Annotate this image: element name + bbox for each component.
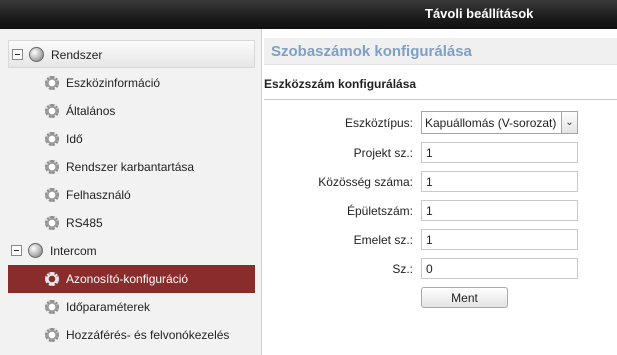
building-no-input[interactable]: 1 — [421, 200, 578, 221]
tree-group-label: Intercom — [50, 244, 97, 258]
device-type-select[interactable]: Kapuállomás (V-sorozat) ⌄ — [421, 111, 578, 134]
sidebar-tree: Rendszer Eszközinformáció Általános Idő … — [0, 29, 262, 355]
sidebar-item-label: Általános — [66, 104, 116, 118]
project-no-label: Projekt sz.: — [353, 146, 413, 160]
form-subheading: Eszközszám konfigurálása — [264, 77, 417, 91]
project-no-input[interactable]: 1 — [421, 142, 578, 163]
gear-icon — [45, 188, 59, 202]
chevron-down-icon[interactable]: ⌄ — [561, 112, 577, 133]
sidebar-item-rendszer-karbantartasa[interactable]: Rendszer karbantartása — [8, 153, 255, 181]
community-no-label: Közösség száma: — [318, 175, 413, 189]
tree-group-rendszer[interactable]: Rendszer — [8, 40, 255, 68]
community-no-value: 1 — [426, 175, 433, 189]
sidebar-item-label: Hozzáférés- és felvonókezelés — [66, 328, 230, 342]
gear-icon — [45, 272, 59, 286]
gear-icon — [45, 328, 59, 342]
window-title: Távoli beállítások — [425, 6, 534, 21]
building-no-label: Épületszám: — [346, 204, 413, 218]
sidebar-item-label: RS485 — [66, 216, 103, 230]
section-header: Szobaszámok konfigurálása — [264, 38, 617, 65]
sidebar-item-eszkozinformacio[interactable]: Eszközinformáció — [8, 69, 255, 97]
collapse-toggle-icon[interactable] — [12, 49, 23, 60]
building-no-value: 1 — [426, 204, 433, 218]
sidebar-item-azonosito-konfiguracio[interactable]: Azonosító-konfiguráció — [8, 265, 255, 293]
gear-icon — [45, 160, 59, 174]
sidebar-item-label: Felhasználó — [66, 188, 131, 202]
tree-group-intercom[interactable]: Intercom — [8, 237, 255, 265]
divider — [264, 99, 617, 100]
no-input[interactable]: 0 — [421, 258, 578, 279]
gear-icon — [45, 104, 59, 118]
sidebar-item-label: Azonosító-konfiguráció — [66, 272, 189, 286]
floor-no-label: Emelet sz.: — [353, 233, 413, 247]
sidebar-item-hozzaferes-es-felvonokezeles[interactable]: Hozzáférés- és felvonókezelés — [8, 321, 255, 349]
sidebar-item-label: Idő — [66, 132, 83, 146]
sidebar-item-ido[interactable]: Idő — [8, 125, 255, 153]
no-value: 0 — [426, 262, 433, 276]
sidebar-item-label: Időparaméterek — [66, 300, 151, 314]
community-no-input[interactable]: 1 — [421, 171, 578, 192]
section-title: Szobaszámok konfigurálása — [271, 43, 472, 60]
globe-icon — [28, 243, 43, 258]
sidebar-item-altalanos[interactable]: Általános — [8, 97, 255, 125]
sidebar-item-label: Eszközinformáció — [66, 76, 161, 90]
sidebar-item-rs485[interactable]: RS485 — [8, 209, 255, 237]
gear-icon — [45, 216, 59, 230]
device-type-value: Kapuállomás (V-sorozat) — [425, 116, 557, 130]
globe-icon — [29, 47, 44, 62]
sidebar-item-felhasznalo[interactable]: Felhasználó — [8, 181, 255, 209]
gear-icon — [45, 76, 59, 90]
gear-icon — [45, 300, 59, 314]
device-type-label: Eszköztípus: — [344, 116, 413, 130]
sidebar-item-idoparameterek[interactable]: Időparaméterek — [8, 293, 255, 321]
project-no-value: 1 — [426, 146, 433, 160]
save-button[interactable]: Ment — [421, 287, 508, 308]
sidebar-item-label: Rendszer karbantartása — [66, 160, 195, 174]
no-label: Sz.: — [392, 262, 413, 276]
tree-group-label: Rendszer — [51, 48, 103, 62]
window-titlebar: Távoli beállítások — [0, 0, 617, 29]
main-panel: Szobaszámok konfigurálása Eszközszám kon… — [262, 29, 617, 355]
floor-no-input[interactable]: 1 — [421, 229, 578, 250]
collapse-toggle-icon[interactable] — [11, 245, 22, 256]
gear-icon — [45, 132, 59, 146]
floor-no-value: 1 — [426, 233, 433, 247]
